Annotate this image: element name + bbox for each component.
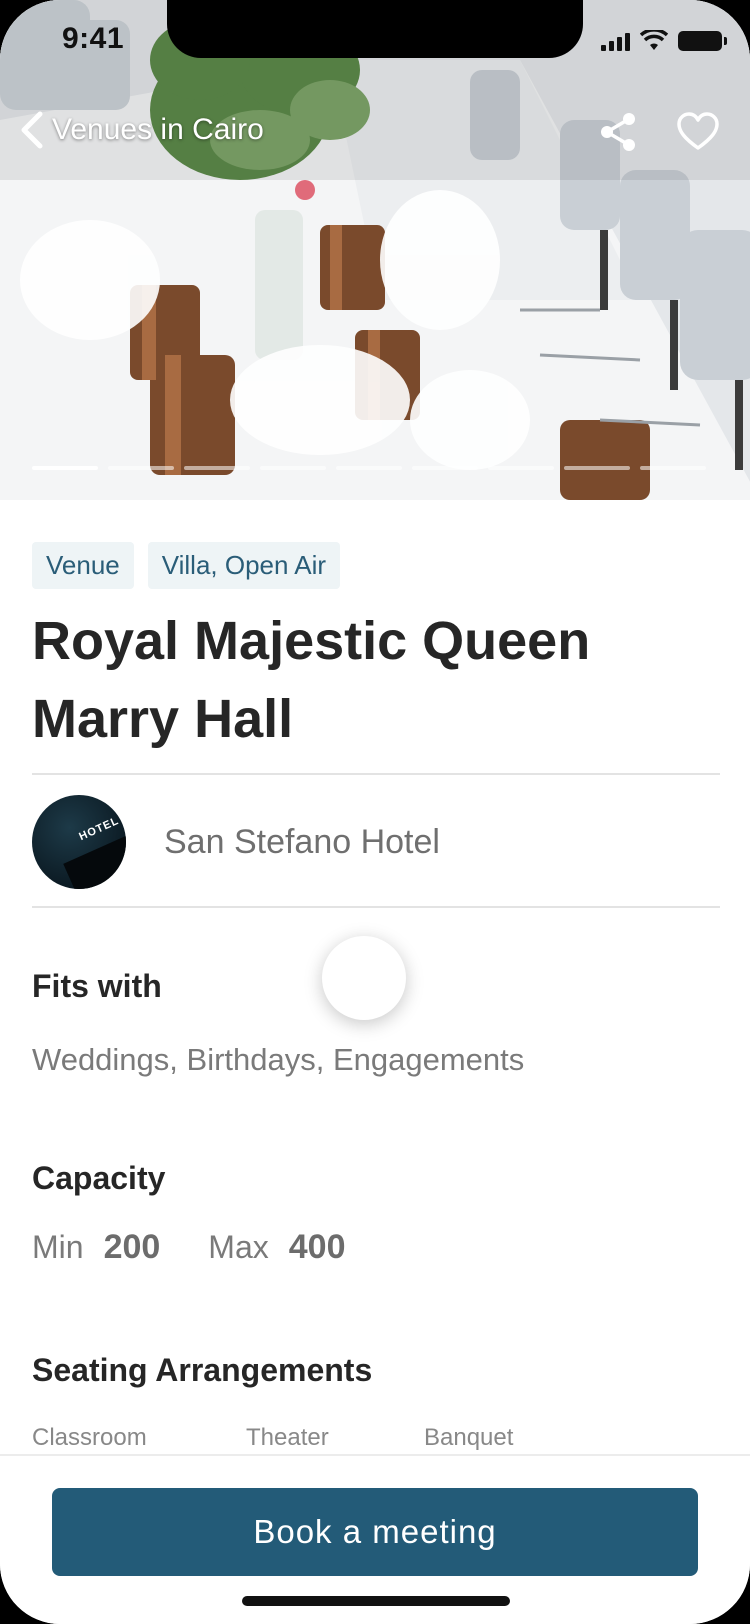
gallery-page-indicator <box>32 466 706 470</box>
capacity-heading: Capacity <box>32 1160 166 1196</box>
nav-bar: Venues in Cairo <box>0 100 750 160</box>
seating-heading: Seating Arrangements <box>32 1352 373 1388</box>
gallery-dot[interactable] <box>32 466 98 470</box>
venue-type-tag: Venue <box>32 542 134 589</box>
app-screen: 9:41 Venues in Cairo Venue Villa, Open A… <box>0 0 750 1624</box>
capacity-min-value: 200 <box>103 1228 161 1266</box>
cellular-signal-icon <box>601 31 630 51</box>
gallery-dot[interactable] <box>184 466 250 470</box>
venue-style-tag: Villa, Open Air <box>147 542 341 589</box>
divider <box>32 773 720 775</box>
home-indicator <box>242 1596 510 1606</box>
venue-photo-gallery[interactable]: 9:41 Venues in Cairo <box>0 0 750 500</box>
divider <box>32 906 720 908</box>
venue-photo <box>0 0 750 500</box>
favorite-button[interactable] <box>672 106 724 158</box>
status-time: 9:41 <box>62 22 125 55</box>
chevron-left-icon <box>21 111 43 149</box>
host-logo-text: HOTEL <box>77 814 121 844</box>
host-name: San Stefano Hotel <box>164 822 440 861</box>
capacity-max-value: 400 <box>288 1228 346 1266</box>
gallery-dot[interactable] <box>260 466 326 470</box>
gallery-dot[interactable] <box>336 466 402 470</box>
seating-option-banquet[interactable]: Banquet <box>424 1424 513 1452</box>
fits-with-text: Weddings, Birthdays, Engagements <box>32 1042 525 1077</box>
loading-indicator <box>322 936 406 1020</box>
gallery-dot[interactable] <box>108 466 174 470</box>
host-logo: HOTEL <box>32 795 126 889</box>
book-meeting-button[interactable]: Book a meeting <box>52 1488 698 1576</box>
capacity-values: Min 200 Max 400 <box>32 1228 345 1267</box>
gallery-dot[interactable] <box>640 466 706 470</box>
share-button[interactable] <box>592 106 644 158</box>
seating-option-classroom[interactable]: Classroom <box>32 1424 147 1452</box>
back-button[interactable]: Venues in Cairo <box>18 108 264 152</box>
venue-title: Royal Majestic Queen Marry Hall <box>32 611 591 749</box>
gallery-dot[interactable] <box>564 466 630 470</box>
capacity-max-label: Max <box>208 1229 269 1265</box>
gallery-dot[interactable] <box>488 466 554 470</box>
back-label: Venues in Cairo <box>52 113 264 146</box>
share-icon <box>601 113 635 151</box>
status-icons <box>601 30 727 52</box>
wifi-icon <box>640 30 668 50</box>
venue-host[interactable]: HOTEL San Stefano Hotel <box>32 794 720 890</box>
bottom-action-bar: Book a meeting <box>0 1454 750 1624</box>
gallery-dot[interactable] <box>412 466 478 470</box>
venue-tags: Venue Villa, Open Air <box>32 542 341 589</box>
heart-outline-icon <box>677 112 719 150</box>
seating-option-theater[interactable]: Theater <box>246 1424 329 1452</box>
battery-icon <box>678 31 727 51</box>
fits-with-heading: Fits with <box>32 968 162 1004</box>
device-notch <box>167 0 583 58</box>
capacity-min-label: Min <box>32 1229 84 1265</box>
